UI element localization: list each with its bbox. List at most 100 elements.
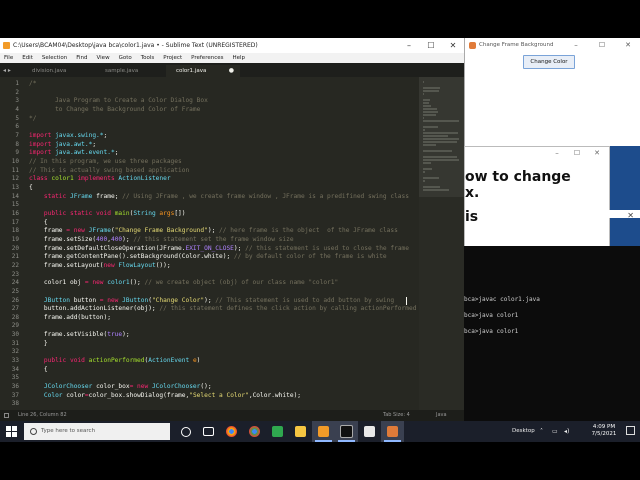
sublime-text-taskbar-icon[interactable] bbox=[312, 421, 335, 442]
minimap-line bbox=[423, 150, 453, 152]
minimap-viewport[interactable] bbox=[419, 77, 464, 197]
code-line: JButton button = new JButton("Change Col… bbox=[29, 297, 394, 306]
line-number: 19 bbox=[11, 235, 19, 243]
chrome-alt-icon[interactable] bbox=[243, 421, 266, 442]
menu-project[interactable]: Project bbox=[159, 53, 187, 63]
panel-toggle-icon[interactable] bbox=[4, 413, 9, 418]
line-number: 12 bbox=[11, 175, 19, 183]
minimap-line bbox=[423, 132, 458, 134]
code-line: { bbox=[29, 184, 33, 193]
minimap[interactable] bbox=[419, 77, 464, 410]
code-token: new bbox=[73, 227, 89, 235]
code-line: import java.awt.*; bbox=[29, 141, 96, 150]
network-icon[interactable]: ▭ bbox=[552, 421, 558, 442]
clock[interactable]: 4:09 PM 7/5/2021 bbox=[584, 424, 624, 438]
code-token: JFrame bbox=[88, 227, 111, 235]
app-green-icon[interactable] bbox=[266, 421, 289, 442]
line-number: 29 bbox=[11, 322, 19, 330]
menu-tools[interactable]: Tools bbox=[137, 53, 160, 63]
desktop-toolbar-label[interactable]: Desktop bbox=[512, 421, 535, 442]
code-token: { bbox=[29, 218, 48, 226]
minimize-icon[interactable]: – bbox=[563, 38, 589, 53]
close-icon[interactable]: ✕ bbox=[615, 38, 640, 53]
code-token: // Using JFrame , we create frame window… bbox=[122, 192, 409, 200]
code-token: (); bbox=[129, 279, 145, 287]
code-token: String bbox=[133, 209, 160, 217]
code-token: ); bbox=[122, 331, 130, 339]
code-token: javax.swing.* bbox=[55, 131, 104, 139]
menu-preferences[interactable]: Preferences bbox=[187, 53, 228, 63]
code-line: import java.awt.event.*; bbox=[29, 149, 118, 158]
notification-center-icon[interactable] bbox=[626, 426, 635, 435]
frame-title-bar[interactable]: Change Frame Background – ☐ ✕ bbox=[465, 38, 640, 53]
menu-edit[interactable]: Edit bbox=[18, 53, 38, 63]
chrome-icon[interactable] bbox=[220, 421, 243, 442]
code-token: ; bbox=[92, 140, 97, 148]
tab-division[interactable]: division.java bbox=[22, 65, 82, 77]
task-view-icon[interactable] bbox=[174, 421, 197, 442]
taskbar-search-box[interactable]: Type here to search bbox=[24, 423, 170, 440]
java-taskbar-icon[interactable] bbox=[381, 421, 404, 442]
terminal-title-bar[interactable]: ✕ bbox=[608, 210, 640, 220]
maximize-icon[interactable]: ☐ bbox=[589, 38, 615, 53]
close-icon[interactable]: ✕ bbox=[627, 211, 634, 220]
menu-find[interactable]: Find bbox=[72, 53, 92, 63]
desktop-screen: C:\Users\BCAM04\Desktop\java bca\color1.… bbox=[0, 38, 640, 442]
code-line: // In this program, we use three package… bbox=[29, 158, 182, 167]
close-icon[interactable]: ✕ bbox=[442, 38, 464, 53]
line-number: 10 bbox=[11, 157, 19, 165]
code-token: frame.setVisible( bbox=[29, 331, 108, 339]
terminal-line: bca>java color1 bbox=[464, 312, 519, 319]
chevron-up-icon[interactable]: ˄ bbox=[540, 421, 543, 442]
code-token: frame.getContentPane().setBackground(Col… bbox=[29, 253, 205, 261]
minimap-line bbox=[423, 135, 448, 137]
tab-size-selector[interactable]: Tab Size: 4 bbox=[383, 410, 410, 421]
code-editor[interactable]: 1 2 3 4 5 6 7 8 9 10 11 12 13 14 15 16 17 18 19 20 21 22 23 24 2… bbox=[0, 77, 464, 410]
command-prompt-window[interactable]: bca>javac color1.java bca>java color1 bc… bbox=[464, 246, 640, 421]
change-color-button[interactable]: Change Color bbox=[523, 55, 575, 69]
close-icon[interactable]: ✕ bbox=[587, 149, 607, 157]
code-token: 400 bbox=[110, 235, 123, 243]
taskbar: Type here to search Desktop ˄ ▭ ◂) 4:09 … bbox=[0, 421, 640, 442]
task-switcher-icon[interactable] bbox=[197, 421, 220, 442]
menu-selection[interactable]: Selection bbox=[38, 53, 72, 63]
minimap-line bbox=[423, 177, 440, 179]
code-token: JColorChooser bbox=[151, 383, 201, 391]
maximize-icon[interactable]: ☐ bbox=[420, 38, 442, 53]
file-explorer-icon[interactable] bbox=[289, 421, 312, 442]
syntax-selector[interactable]: Java bbox=[436, 410, 447, 421]
menu-help[interactable]: Help bbox=[228, 53, 250, 63]
code-area[interactable]: /* Java Program to Create a Color Dialog… bbox=[29, 77, 419, 410]
minimize-icon[interactable]: – bbox=[398, 38, 420, 53]
command-prompt-taskbar-icon[interactable] bbox=[335, 421, 358, 442]
code-token: frame; bbox=[96, 192, 123, 200]
menu-goto[interactable]: Goto bbox=[115, 53, 137, 63]
windows-start-icon[interactable] bbox=[6, 426, 17, 437]
volume-icon[interactable]: ◂) bbox=[564, 421, 569, 442]
line-number: 33 bbox=[11, 357, 19, 365]
code-token: import bbox=[29, 131, 56, 139]
tab-color1[interactable]: color1.java ● bbox=[166, 65, 240, 77]
code-token: new bbox=[103, 261, 119, 269]
line-number: 15 bbox=[11, 201, 19, 209]
code-token: ()); bbox=[155, 261, 171, 269]
code-token: // In this program, we use three package… bbox=[29, 157, 182, 165]
tab-nav-arrows-icon[interactable]: ◂ ▸ bbox=[3, 65, 11, 77]
code-token: Java Program to Create a Color Dialog Bo… bbox=[29, 97, 208, 105]
menu-view[interactable]: View bbox=[93, 53, 115, 63]
tab-dirty-dot-icon[interactable]: ● bbox=[229, 65, 234, 77]
code-token: color_box bbox=[96, 383, 130, 391]
maximize-icon[interactable]: ☐ bbox=[567, 149, 587, 157]
code-token: JButton bbox=[29, 296, 74, 304]
menu-file[interactable]: File bbox=[0, 53, 18, 63]
code-line: public void actionPerformed(ActionEvent … bbox=[29, 357, 201, 366]
code-token: []) bbox=[174, 209, 186, 217]
sublime-title-bar[interactable]: C:\Users\BCAM04\Desktop\java bca\color1.… bbox=[0, 38, 464, 53]
tab-sample[interactable]: sample.java bbox=[95, 65, 155, 77]
code-token: new bbox=[137, 383, 152, 391]
code-token: ); bbox=[293, 391, 302, 399]
code-token: ; bbox=[103, 131, 108, 139]
minimize-icon[interactable]: – bbox=[547, 149, 567, 157]
line-number: 38 bbox=[11, 400, 19, 408]
notepad-icon[interactable] bbox=[358, 421, 381, 442]
